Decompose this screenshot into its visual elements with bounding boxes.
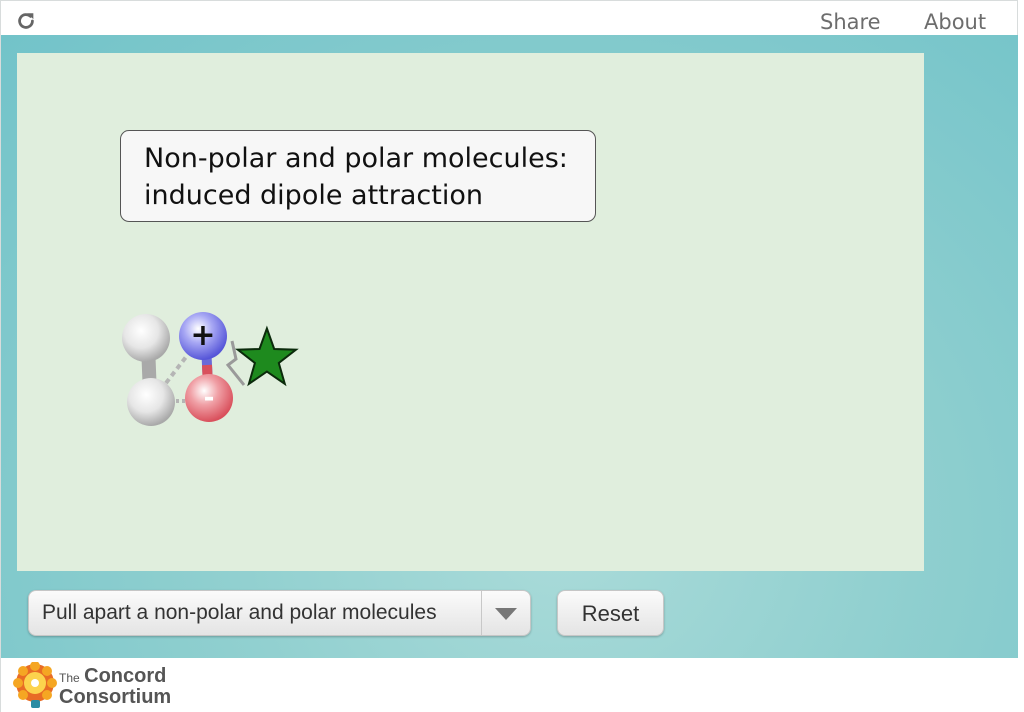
top-bar: Share About [0, 0, 1018, 35]
simulation-title: Non-polar and polar molecules: induced d… [120, 130, 596, 222]
star-atom[interactable] [235, 325, 299, 387]
attraction-line-1 [164, 355, 188, 385]
logo-consortium: Consortium [59, 686, 172, 708]
select-divider [481, 591, 482, 635]
logo-the: The [59, 671, 80, 685]
chevron-down-icon[interactable] [495, 608, 517, 620]
scenario-select[interactable]: Pull apart a non-polar and polar molecul… [28, 590, 531, 636]
concord-logo-icon [13, 662, 57, 708]
nonpolar-atom-bottom[interactable] [127, 378, 175, 426]
negative-charge-label: - [204, 383, 215, 413]
footer: The Concord Consortium [0, 658, 1018, 712]
share-link[interactable]: Share [820, 10, 881, 34]
positive-charge-label: + [190, 318, 215, 353]
title-line-2: induced dipole attraction [144, 180, 483, 211]
logo-concord: Concord [84, 665, 167, 687]
about-link[interactable]: About [924, 10, 986, 34]
molecule-group[interactable]: + - [110, 305, 310, 435]
reset-button[interactable]: Reset [557, 590, 664, 636]
title-line-1: Non-polar and polar molecules: [144, 143, 568, 174]
concord-logo-text: The Concord Consortium [59, 665, 172, 708]
reload-icon[interactable] [15, 10, 37, 32]
scenario-select-value: Pull apart a non-polar and polar molecul… [42, 601, 437, 624]
nonpolar-atom-top[interactable] [122, 314, 170, 362]
star-bond [225, 340, 246, 386]
